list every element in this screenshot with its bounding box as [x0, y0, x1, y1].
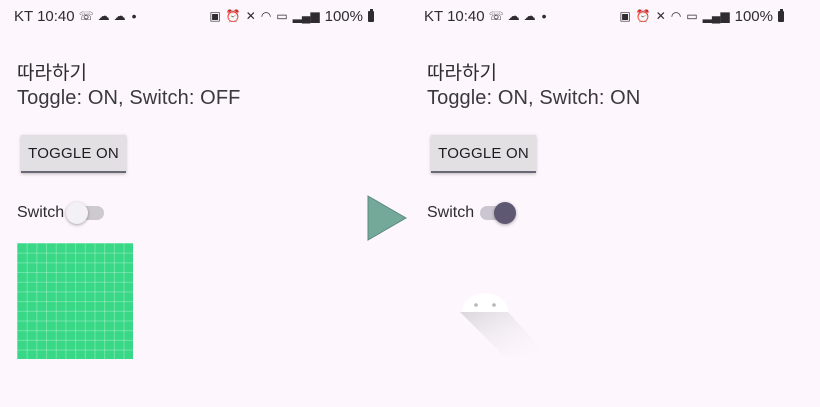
- notification-dot-icon: •: [541, 8, 547, 24]
- mute-icon: ✕: [245, 9, 256, 23]
- switch-row: Switch: [427, 202, 517, 224]
- toggle-button[interactable]: TOGGLE ON: [21, 135, 126, 173]
- hd-icon: ▭: [276, 9, 288, 23]
- carrier-time: KT 10:40: [424, 7, 485, 25]
- wifi-icon: ◠: [670, 9, 682, 23]
- screen-before: KT 10:40 ☏ ☁ ☁ • ▣ ⏰ ✕ ◠ ▭ ▂▄▆ 100% 따라하기…: [0, 0, 390, 407]
- battery-saver-icon: ▣: [619, 9, 631, 23]
- signal-icon: ▂▄▆: [702, 9, 730, 23]
- page-title: 따라하기: [17, 63, 87, 84]
- chat-icon: ☁: [523, 9, 536, 23]
- switch-thumb[interactable]: [66, 202, 89, 224]
- carrier-time: KT 10:40: [14, 7, 75, 25]
- wifi-call-icon: ☏: [78, 9, 94, 23]
- battery-icon: [778, 8, 784, 22]
- state-text: Toggle: ON, Switch: OFF: [17, 87, 241, 109]
- cloud-icon: ☁: [507, 9, 520, 23]
- hd-icon: ▭: [686, 9, 698, 23]
- battery-percent: 100%: [734, 7, 773, 25]
- switch-row: Switch: [17, 202, 105, 224]
- battery-saver-icon: ▣: [209, 9, 221, 23]
- wifi-icon: ◠: [260, 9, 272, 23]
- switch-toggle[interactable]: [480, 202, 517, 224]
- switch-thumb[interactable]: [494, 202, 517, 224]
- mute-icon: ✕: [655, 9, 666, 23]
- android-icon: [460, 293, 545, 357]
- chat-icon: ☁: [113, 9, 126, 23]
- screen-after: KT 10:40 ☏ ☁ ☁ • ▣ ⏰ ✕ ◠ ▭ ▂▄▆ 100% 따라하기…: [410, 0, 800, 407]
- cloud-icon: ☁: [97, 9, 110, 23]
- page-title: 따라하기: [427, 63, 497, 84]
- state-text: Toggle: ON, Switch: ON: [427, 87, 641, 109]
- switch-toggle[interactable]: [66, 202, 105, 224]
- switch-label: Switch: [427, 204, 475, 221]
- battery-icon: [368, 8, 374, 22]
- status-bar: KT 10:40 ☏ ☁ ☁ • ▣ ⏰ ✕ ◠ ▭ ▂▄▆ 100%: [14, 6, 374, 26]
- play-arrow-icon: [367, 195, 407, 241]
- notification-dot-icon: •: [131, 8, 137, 24]
- signal-icon: ▂▄▆: [292, 9, 320, 23]
- toggle-button[interactable]: TOGGLE ON: [431, 135, 536, 173]
- switch-label: Switch: [17, 204, 65, 221]
- wifi-call-icon: ☏: [488, 9, 504, 23]
- alarm-icon: ⏰: [225, 9, 241, 23]
- battery-percent: 100%: [324, 7, 363, 25]
- status-bar: KT 10:40 ☏ ☁ ☁ • ▣ ⏰ ✕ ◠ ▭ ▂▄▆ 100%: [424, 6, 784, 26]
- green-grid-image: [17, 243, 133, 359]
- alarm-icon: ⏰: [635, 9, 651, 23]
